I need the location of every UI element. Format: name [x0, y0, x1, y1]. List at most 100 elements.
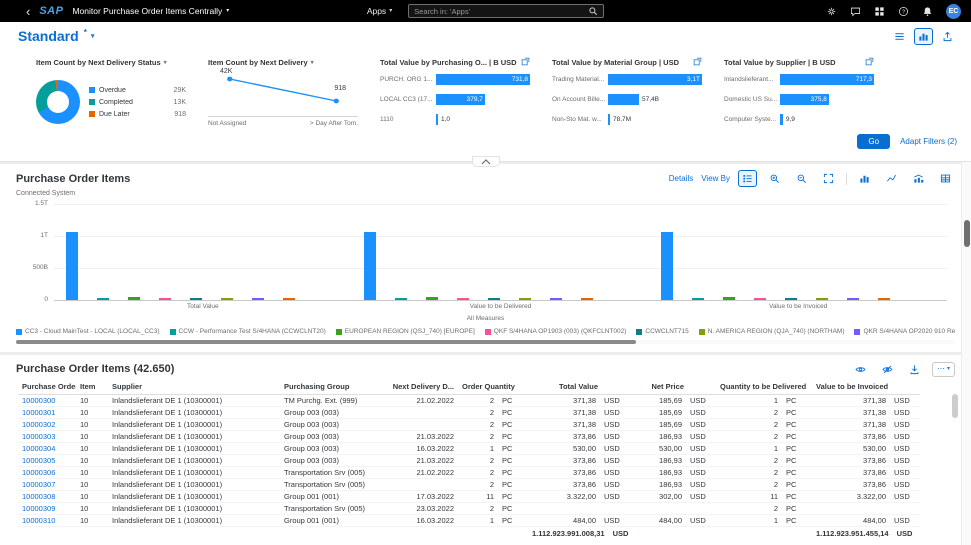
- column-header[interactable]: Order Quantity: [458, 379, 528, 394]
- legend-item[interactable]: EUROPEAN REGION (QSJ_740) [EUROPE]: [336, 328, 475, 335]
- open-popup-icon[interactable]: [521, 57, 530, 68]
- filter-card-header[interactable]: Total Value by Supplier | B USD: [724, 55, 874, 70]
- collapse-header-button[interactable]: [472, 156, 500, 167]
- shell-search[interactable]: [408, 4, 604, 18]
- chart-horizontal-scrollbar[interactable]: [16, 340, 955, 344]
- table-row[interactable]: 1000030710Inlandslieferant DE 1 (1030000…: [18, 478, 920, 490]
- scrollbar-thumb[interactable]: [964, 220, 970, 247]
- chart-bar[interactable]: [754, 298, 766, 300]
- filter-card-header[interactable]: Total Value by Material Group | USD: [552, 55, 702, 70]
- column-header[interactable]: Item: [76, 379, 108, 394]
- chart-bar[interactable]: [97, 298, 109, 300]
- table-row[interactable]: 1000030510Inlandslieferant DE 1 (1030000…: [18, 454, 920, 466]
- chart-bar[interactable]: [283, 298, 295, 300]
- open-popup-icon[interactable]: [865, 57, 874, 68]
- chart-bar[interactable]: [457, 298, 469, 300]
- legend-item[interactable]: CCW - Performance Test S/4HANA (CCWCLNT2…: [170, 328, 326, 335]
- donut-chart[interactable]: [36, 80, 80, 124]
- table-row[interactable]: 1000030310Inlandslieferant DE 1 (1030000…: [18, 430, 920, 442]
- chat-icon[interactable]: [850, 6, 861, 17]
- chart-bar[interactable]: [395, 298, 407, 300]
- kpi-bar-row[interactable]: Non-Sto Mat. w...78,7M: [552, 113, 702, 126]
- chart-bar[interactable]: [816, 298, 828, 300]
- table-view-icon[interactable]: [936, 170, 955, 187]
- chart-bar[interactable]: [128, 297, 140, 300]
- open-popup-icon[interactable]: [693, 57, 702, 68]
- filter-card-header[interactable]: Total Value by Purchasing O... | B USD: [380, 55, 530, 70]
- purchase-order-link[interactable]: 10000308: [22, 492, 55, 501]
- legend-item[interactable]: Overdue29K: [89, 87, 186, 94]
- chart-bar[interactable]: [785, 298, 797, 300]
- bar-chart-icon[interactable]: [855, 170, 874, 187]
- legend-item[interactable]: CC3 - Cloud MainTest - LOCAL (LOCAL_CC3): [16, 328, 160, 335]
- column-header[interactable]: Next Delivery D...: [380, 379, 458, 394]
- filter-card-supplier[interactable]: Total Value by Supplier | B USD Inlandsl…: [724, 55, 874, 134]
- app-title-menu[interactable]: Monitor Purchase Order Items Centrally ▾: [72, 6, 229, 16]
- kpi-bar-row[interactable]: Computer Syste...9,9: [724, 113, 874, 126]
- chart-bar[interactable]: [519, 298, 531, 300]
- purchase-order-link[interactable]: 10000300: [22, 396, 55, 405]
- purchase-order-link[interactable]: 10000302: [22, 420, 55, 429]
- table-settings-menu[interactable]: ⋯▾: [932, 362, 955, 377]
- legend-toggle-icon[interactable]: [738, 170, 757, 187]
- kpi-bar-row[interactable]: LOCAL CC3 (17...379,7: [380, 93, 530, 106]
- legend-item[interactable]: QKR S/4HANA OP2020 910 Retail (QKRCLNT10…: [854, 328, 955, 335]
- chart-bar[interactable]: [364, 232, 376, 300]
- filter-card-delivery-status[interactable]: Item Count by Next Delivery Status ▾ Ove…: [36, 55, 186, 134]
- scrollbar-thumb[interactable]: [16, 340, 636, 344]
- table-row[interactable]: 1000030010Inlandslieferant DE 1 (1030000…: [18, 394, 920, 406]
- list-view-icon[interactable]: [890, 28, 909, 45]
- chart-bar[interactable]: [190, 298, 202, 300]
- legend-item[interactable]: CCWCLNT715: [636, 328, 688, 335]
- table-scrollbar-thumb[interactable]: [952, 394, 958, 418]
- column-header[interactable]: Total Value: [528, 379, 630, 394]
- hide-details-icon[interactable]: [878, 361, 897, 378]
- legend-item[interactable]: QKF S/4HANA OP1903 (003) (QKFCLNT002): [485, 328, 627, 335]
- search-input[interactable]: [414, 7, 584, 16]
- share-icon[interactable]: [938, 28, 957, 45]
- help-icon[interactable]: ?: [898, 6, 909, 17]
- table-row[interactable]: 1000030410Inlandslieferant DE 1 (1030000…: [18, 442, 920, 454]
- chart-bar[interactable]: [252, 298, 264, 300]
- table-row[interactable]: 1000030610Inlandslieferant DE 1 (1030000…: [18, 466, 920, 478]
- legend-item[interactable]: N. AMERICA REGION (QJA_740) (NORTHAM): [699, 328, 845, 335]
- variant-selector[interactable]: Standard* ▾: [18, 28, 94, 44]
- user-avatar[interactable]: EC: [946, 4, 961, 19]
- chart-bar[interactable]: [692, 298, 704, 300]
- column-header[interactable]: Purchasing Group: [280, 379, 380, 394]
- chart-bar[interactable]: [661, 232, 673, 300]
- column-header[interactable]: Purchase Order: [18, 379, 76, 394]
- kpi-bar-row[interactable]: 11101,0: [380, 113, 530, 126]
- filter-card-purchasing-org[interactable]: Total Value by Purchasing O... | B USD P…: [380, 55, 530, 134]
- column-header[interactable]: Value to be Invoiced: [812, 379, 920, 394]
- zoom-in-icon[interactable]: [765, 170, 784, 187]
- chart-bar[interactable]: [723, 297, 735, 300]
- table-row[interactable]: 1000030210Inlandslieferant DE 1 (1030000…: [18, 418, 920, 430]
- grid-icon[interactable]: [874, 6, 885, 17]
- kpi-bar-row[interactable]: PURCH. ORG 1...731,8: [380, 73, 530, 86]
- column-header[interactable]: Supplier: [108, 379, 280, 394]
- line-chart[interactable]: 42K 918: [208, 70, 358, 114]
- purchase-order-link[interactable]: 10000306: [22, 468, 55, 477]
- column-header[interactable]: Quantity to be Delivered: [716, 379, 812, 394]
- table-row[interactable]: 1000031010Inlandslieferant DE 1 (1030000…: [18, 514, 920, 526]
- filter-card-material-group[interactable]: Total Value by Material Group | USD Trad…: [552, 55, 702, 134]
- settings-icon[interactable]: [826, 6, 837, 17]
- combo-chart-icon[interactable]: [909, 170, 928, 187]
- chart-bar[interactable]: [847, 298, 859, 300]
- show-details-icon[interactable]: [851, 361, 870, 378]
- chart-bar[interactable]: [488, 298, 500, 300]
- chart-bar[interactable]: [66, 232, 78, 300]
- zoom-out-icon[interactable]: [792, 170, 811, 187]
- filter-card-next-delivery[interactable]: Item Count by Next Delivery ▾ 42K 918 No…: [208, 55, 358, 134]
- purchase-order-link[interactable]: 10000309: [22, 504, 55, 513]
- purchase-order-link[interactable]: 10000304: [22, 444, 55, 453]
- purchase-order-link[interactable]: 10000301: [22, 408, 55, 417]
- table-row[interactable]: 1000030810Inlandslieferant DE 1 (1030000…: [18, 490, 920, 502]
- table-row[interactable]: 1000030110Inlandslieferant DE 1 (1030000…: [18, 406, 920, 418]
- back-button[interactable]: ‹: [26, 5, 30, 18]
- page-scrollbar[interactable]: [961, 162, 971, 545]
- kpi-bar-row[interactable]: On Account Bille...57,4B: [552, 93, 702, 106]
- column-header[interactable]: Net Price: [630, 379, 716, 394]
- chart-bar[interactable]: [878, 298, 890, 300]
